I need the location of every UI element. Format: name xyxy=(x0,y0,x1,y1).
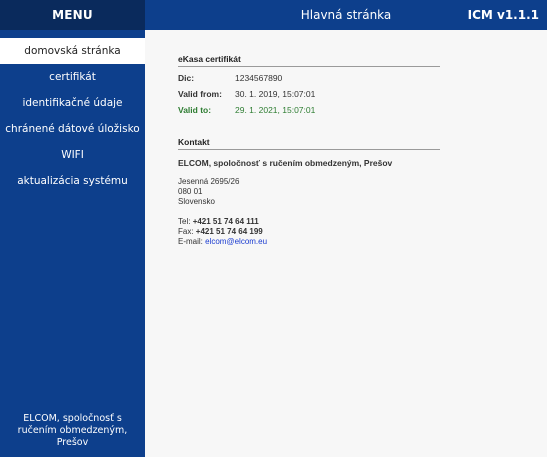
valid-to-label: Valid to: xyxy=(178,105,212,115)
valid-from-value: 30. 1. 2019, 15:07:01 xyxy=(235,89,316,99)
address-block: Jesenná 2695/26 080 01 Slovensko xyxy=(178,177,440,207)
contact-block: Tel: +421 51 74 64 111 Fax: +421 51 74 6… xyxy=(178,217,440,247)
valid-to-row: Valid to: 29. 1. 2021, 15:07:01 xyxy=(178,105,440,115)
tel-label: Tel: xyxy=(178,217,191,226)
address-zip: 080 01 xyxy=(178,187,203,196)
nav-item-system-update[interactable]: aktualizácia systému xyxy=(0,168,145,194)
nav-item-protected-storage[interactable]: chránené dátové úložisko xyxy=(0,116,145,142)
top-bar: Hlavná stránka ICM v1.1.1 xyxy=(145,0,547,30)
dic-value: 1234567890 xyxy=(235,73,283,83)
main-content: eKasa certifikát Dic: 1234567890 Valid f… xyxy=(178,54,440,247)
tel-line: Tel: +421 51 74 64 111 xyxy=(178,217,440,227)
valid-from-label: Valid from: xyxy=(178,89,222,99)
contact-company: ELCOM, spoločnosť s ručením obmedzeným, … xyxy=(178,158,393,168)
nav-item-home[interactable]: domovská stránka xyxy=(0,38,145,64)
sidebar-footer-line: ručením obmedzeným, xyxy=(17,425,128,436)
menu-header: MENU xyxy=(0,0,145,30)
nav-item-identification[interactable]: identifikačné údaje xyxy=(0,90,145,116)
address-country: Slovensko xyxy=(178,197,215,206)
fax-line: Fax: +421 51 74 64 199 xyxy=(178,227,440,237)
email-label: E-mail: xyxy=(178,237,203,246)
version-label: ICM v1.1.1 xyxy=(467,8,539,22)
dic-row: Dic: 1234567890 xyxy=(178,73,440,83)
nav-item-wifi[interactable]: WIFI xyxy=(0,142,145,168)
valid-to-value: 29. 1. 2021, 15:07:01 xyxy=(235,105,316,115)
sidebar-footer: ELCOM, spoločnosť s ručením obmedzeným, … xyxy=(0,413,145,449)
nav-item-certificate[interactable]: certifikát xyxy=(0,64,145,90)
email-link[interactable]: elcom@elcom.eu xyxy=(205,237,267,246)
dic-label: Dic: xyxy=(178,73,195,83)
contact-section-title: Kontakt xyxy=(178,137,440,150)
sidebar: MENU domovská stránka certifikát identif… xyxy=(0,0,145,457)
fax-value: +421 51 74 64 199 xyxy=(195,227,263,236)
tel-value: +421 51 74 64 111 xyxy=(192,217,259,226)
sidebar-footer-line: Prešov xyxy=(56,437,89,448)
certificate-section-title: eKasa certifikát xyxy=(178,54,440,67)
email-line: E-mail: elcom@elcom.eu xyxy=(178,237,440,247)
sidebar-footer-line: ELCOM, spoločnosť s xyxy=(23,413,122,424)
valid-from-row: Valid from: 30. 1. 2019, 15:07:01 xyxy=(178,89,440,99)
address-street: Jesenná 2695/26 xyxy=(178,177,240,186)
fax-label: Fax: xyxy=(178,227,194,236)
